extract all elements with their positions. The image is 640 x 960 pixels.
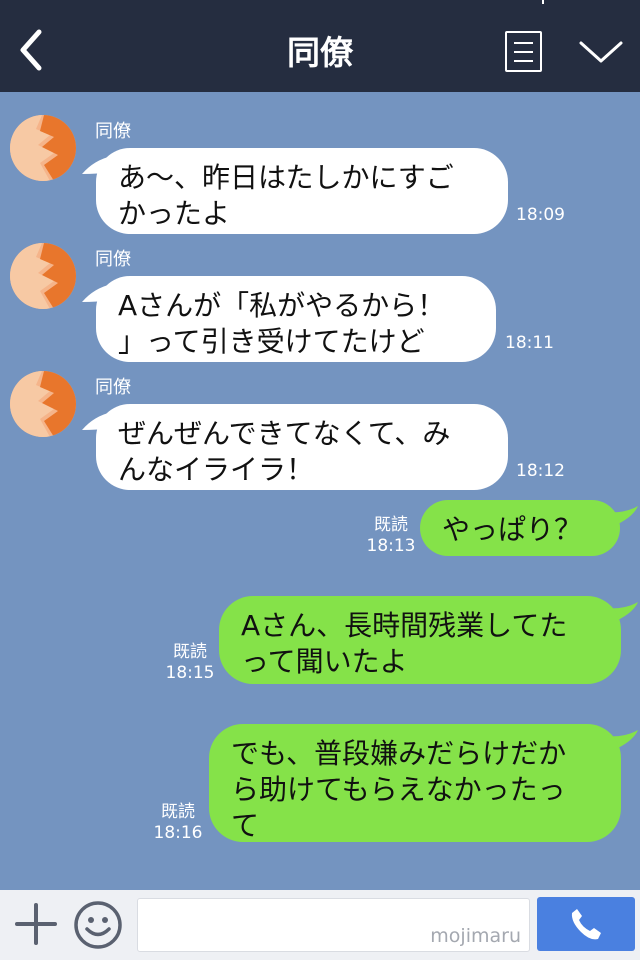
message-time: 18:13 [366,536,416,556]
plus-icon [15,903,57,945]
message-bubble[interactable]: あ〜、昨日はたしかにすご かったよ [96,148,508,234]
message-time: 18:16 [153,823,203,843]
menu-line [514,60,533,62]
sender-name: 同僚 [95,121,131,142]
back-button[interactable] [8,22,52,78]
notes-menu-button[interactable] [505,31,542,72]
add-button[interactable] [14,902,58,946]
avatar[interactable] [10,371,76,437]
chat-header: 同僚 [0,0,640,92]
read-receipt: 既読 [161,802,195,822]
message-time: 18:12 [516,461,565,481]
input-bar: mojimaru [0,890,640,960]
phone-icon [571,909,601,940]
avatar-image [10,371,76,437]
message-time: 18:15 [165,663,215,683]
read-receipt: 既読 [374,515,408,535]
chevron-left-icon [20,29,42,71]
avatar-image [10,243,76,309]
message-bubble[interactable]: でも、普段嫌みだらけだか ら助けてもらえなかったっ て [209,724,621,842]
call-button[interactable] [537,897,635,951]
menu-line [514,42,533,44]
avatar-image [10,115,76,181]
message-meta: 既読 18:13 [366,515,416,557]
message-bubble[interactable]: やっぱり？ [420,500,620,556]
message-bubble[interactable]: Aさんが「私がやるから！ 」って引き受けてたけど [96,276,496,362]
message-bubble[interactable]: Aさん、長時間残業してた って聞いたよ [219,596,621,684]
sticker-button[interactable] [73,900,123,950]
smiley-icon [74,901,122,949]
message-time: 18:09 [516,205,565,225]
menu-line [514,51,533,53]
read-receipt: 既読 [173,642,207,662]
status-bar-fragment [542,0,544,4]
chevron-down-icon [579,41,623,63]
chat-area[interactable]: 同僚 あ〜、昨日はたしかにすご かったよ 18:09 同僚 Aさんが「私がやるか… [0,92,640,890]
sender-name: 同僚 [95,249,131,270]
message-meta: 既読 18:16 [153,802,203,844]
sender-name: 同僚 [95,377,131,398]
message-time: 18:11 [505,333,554,353]
avatar[interactable] [10,115,76,181]
collapse-button[interactable] [576,34,626,70]
message-meta: 既読 18:15 [165,642,215,684]
message-input[interactable]: mojimaru [137,898,530,952]
message-bubble[interactable]: ぜんぜんできてなくて、み んなイライラ！ [96,404,508,490]
chat-title: 同僚 [287,33,353,72]
watermark: mojimaru [430,925,521,947]
avatar[interactable] [10,243,76,309]
